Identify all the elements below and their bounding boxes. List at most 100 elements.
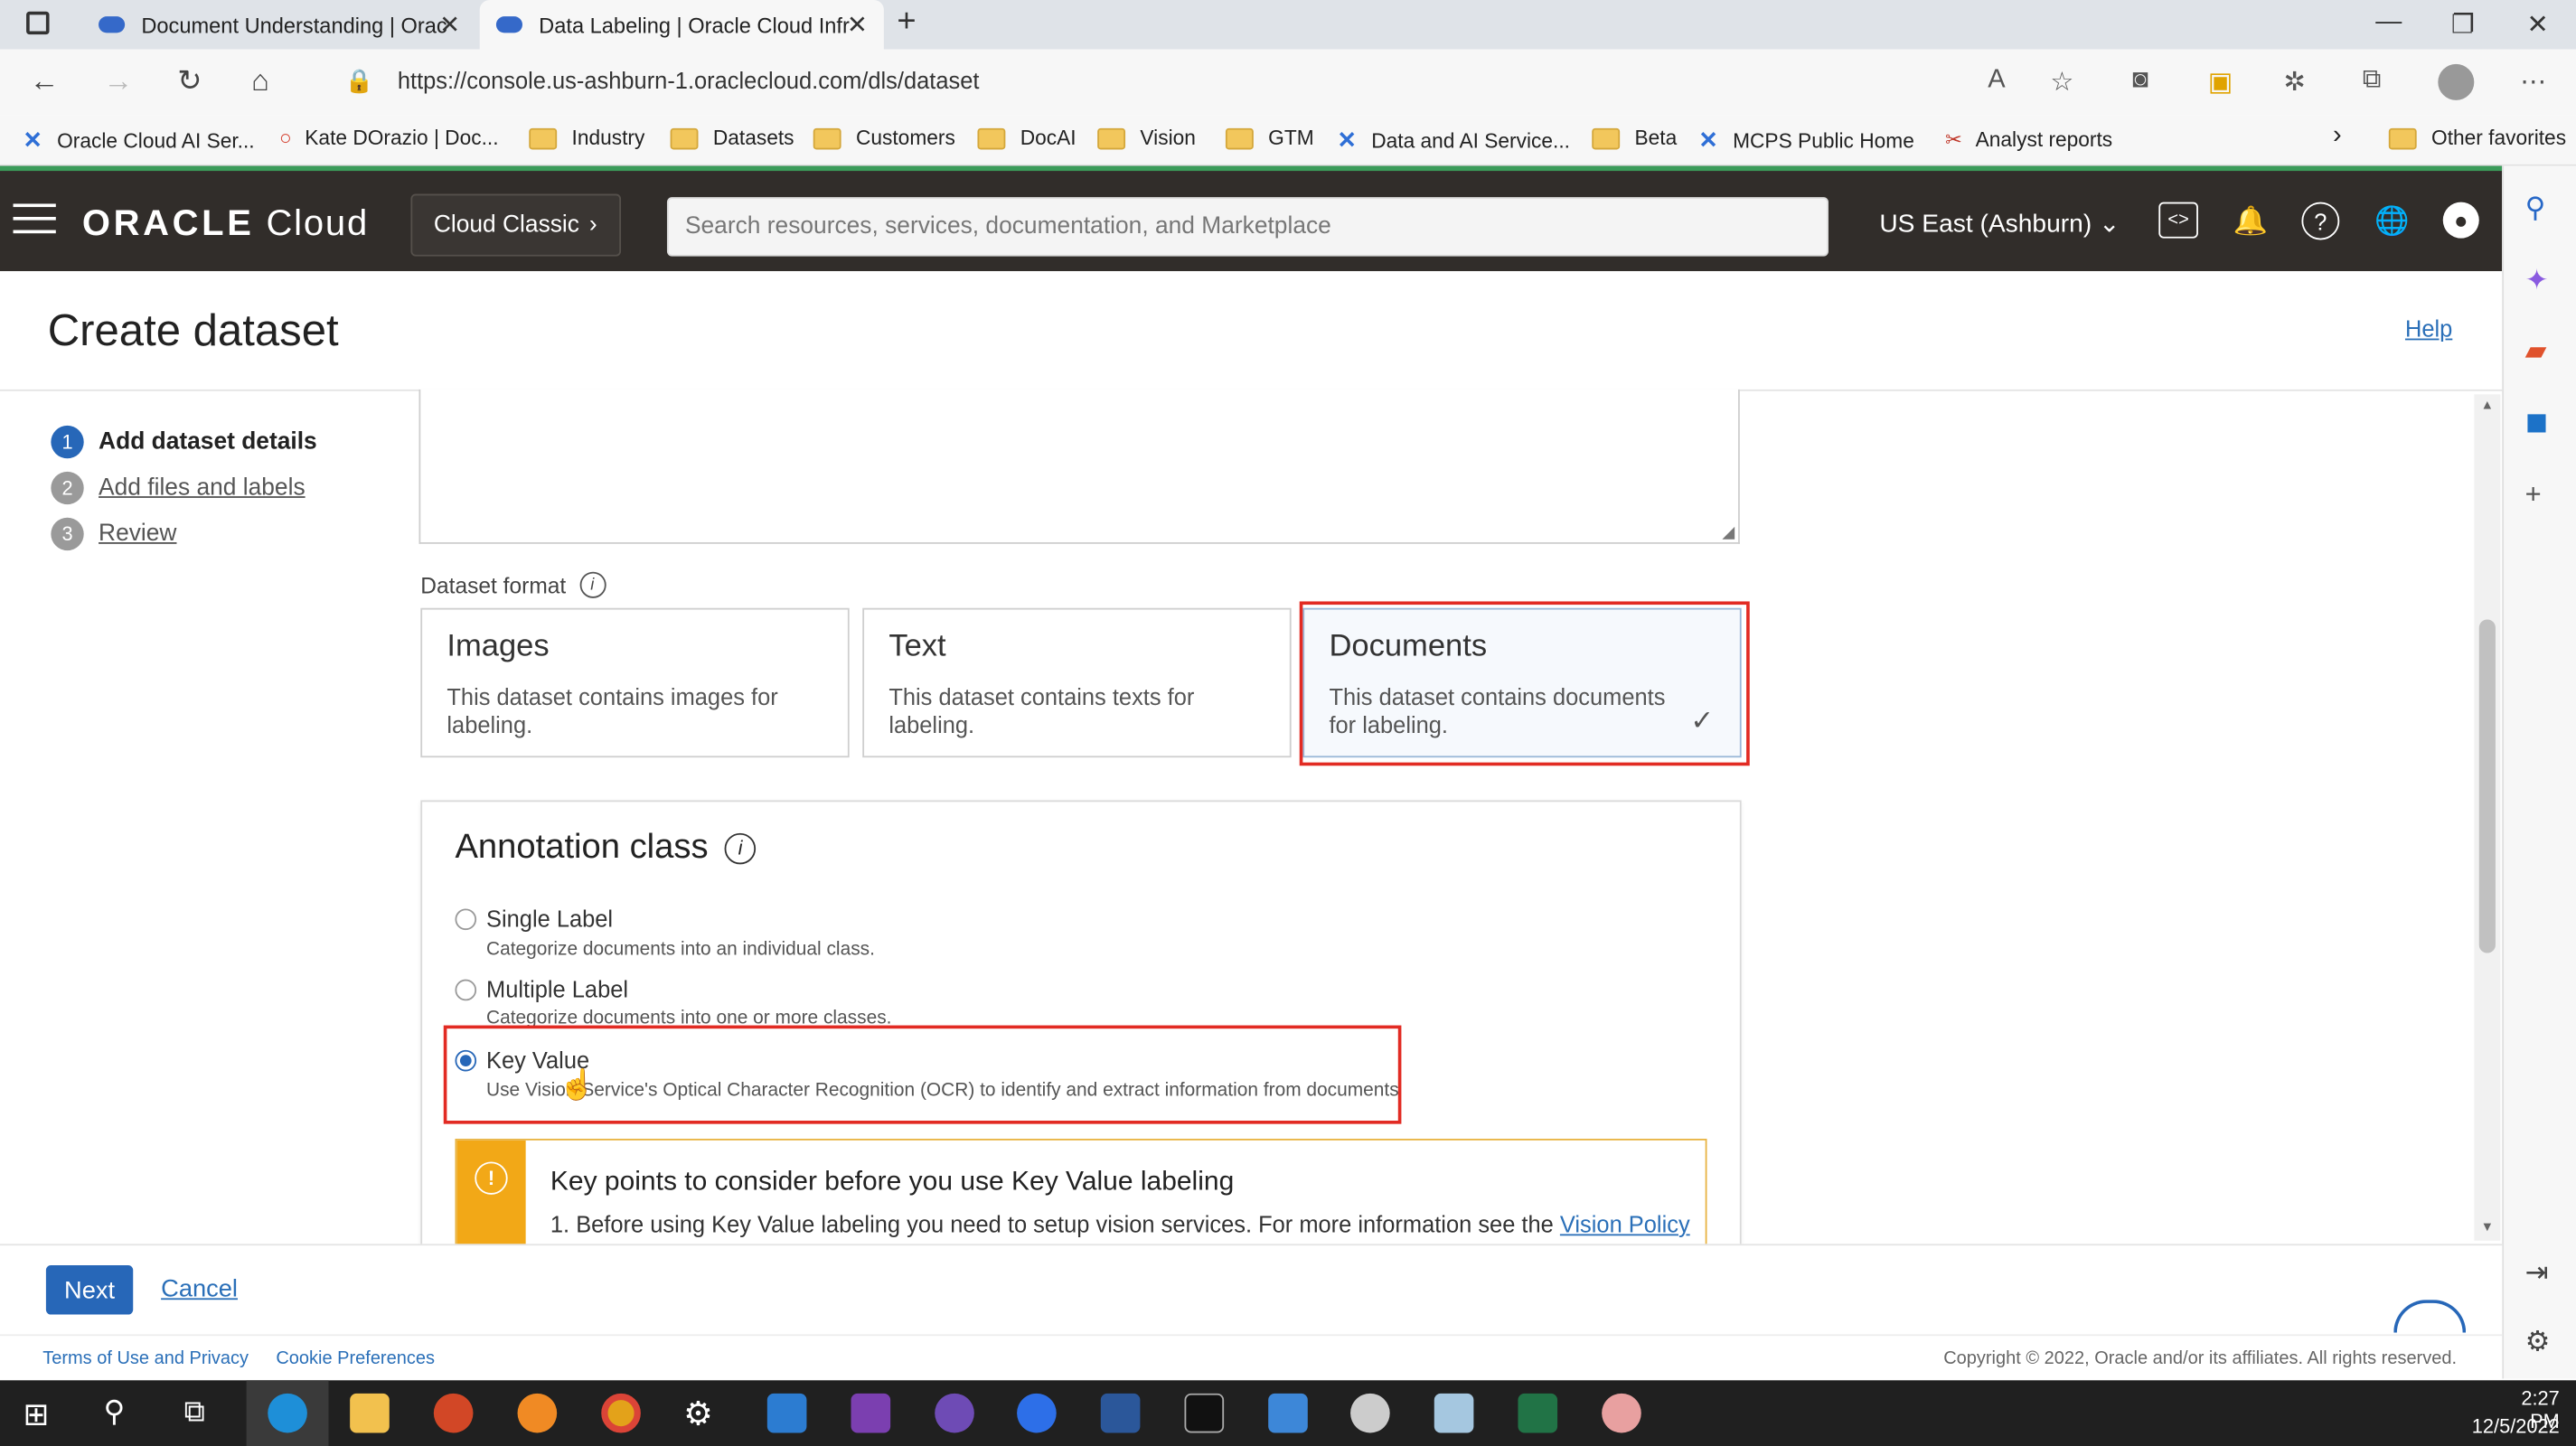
- notepad-icon[interactable]: [1434, 1393, 1474, 1433]
- browser-tab-data-labeling[interactable]: Data Labeling | Oracle Cloud Infr ✕: [479, 0, 884, 50]
- browser-tab-document-understanding[interactable]: Document Understanding | Orac ✕: [86, 0, 477, 50]
- format-card-images[interactable]: Images This dataset contains images for …: [420, 607, 850, 758]
- powerpoint-icon[interactable]: [433, 1393, 474, 1433]
- description-textarea[interactable]: ◢: [418, 389, 1740, 544]
- more-icon[interactable]: ⋯: [2520, 66, 2546, 99]
- extension-icon[interactable]: ▣: [2208, 66, 2233, 99]
- outlook-icon[interactable]: ◼: [2525, 406, 2549, 438]
- bookmark-item[interactable]: Industry: [529, 127, 644, 149]
- forward-icon[interactable]: →: [104, 64, 134, 99]
- back-icon[interactable]: ←: [30, 64, 60, 99]
- navigation-menu-icon[interactable]: [13, 203, 56, 243]
- settings-gear-icon[interactable]: ⚙: [2525, 1326, 2551, 1358]
- bookmark-item[interactable]: ✂ Analyst reports: [1945, 127, 2112, 151]
- vscode-icon[interactable]: [766, 1393, 807, 1433]
- info-icon[interactable]: i: [578, 571, 606, 598]
- discover-sparkle-icon[interactable]: ✦: [2525, 265, 2549, 297]
- bookmark-item[interactable]: ○ Kate DOrazio | Doc...: [279, 127, 499, 149]
- task-view-icon[interactable]: ⧉: [184, 1395, 205, 1430]
- other-favorites[interactable]: Other favorites: [2388, 127, 2566, 149]
- cancel-link[interactable]: Cancel: [161, 1275, 238, 1303]
- bookmark-item[interactable]: ✕ Data and AI Service...: [1338, 127, 1570, 155]
- sidebar-collapse-icon[interactable]: ⇥: [2525, 1257, 2549, 1290]
- oracle-o-icon: ○: [278, 127, 292, 150]
- photos-icon[interactable]: [1268, 1393, 1308, 1433]
- language-globe-icon[interactable]: 🌐: [2373, 202, 2412, 242]
- word-icon[interactable]: [1100, 1393, 1141, 1433]
- bookmark-item[interactable]: GTM: [1225, 127, 1314, 149]
- clock-date[interactable]: 12/5/2022: [2464, 1414, 2560, 1437]
- bookmark-item[interactable]: Customers: [813, 127, 955, 149]
- scroll-up-icon[interactable]: ▲: [2481, 398, 2494, 412]
- search-input[interactable]: Search resources, services, documentatio…: [666, 197, 1829, 257]
- cookie-preferences-link[interactable]: Cookie Preferences: [276, 1349, 435, 1369]
- windows-start-icon[interactable]: ⊞: [23, 1396, 49, 1434]
- slack-icon[interactable]: [1350, 1393, 1390, 1433]
- next-button[interactable]: Next: [45, 1265, 134, 1315]
- notifications-bell-icon[interactable]: 🔔: [2231, 202, 2270, 242]
- new-tab-icon[interactable]: +: [897, 4, 916, 42]
- file-explorer-icon[interactable]: [350, 1393, 390, 1433]
- favorite-icon[interactable]: ☆: [2050, 66, 2073, 99]
- format-card-text[interactable]: Text This dataset contains texts for lab…: [862, 607, 1292, 758]
- dataset-format-text: Dataset format: [420, 572, 567, 597]
- bookmark-item[interactable]: ✕ MCPS Public Home: [1698, 127, 1913, 155]
- edge-browser-icon[interactable]: [268, 1393, 307, 1433]
- extensions-puzzle-icon[interactable]: ✲: [2283, 66, 2305, 99]
- bookmarks-overflow-chevron-icon[interactable]: ›: [2333, 122, 2342, 152]
- read-aloud-icon[interactable]: A: [1988, 66, 2005, 96]
- terminal-icon[interactable]: [1184, 1393, 1225, 1433]
- step-add-files-and-labels[interactable]: 2 Add files and labels: [51, 471, 306, 505]
- bookmark-item[interactable]: Datasets: [670, 127, 794, 149]
- step-add-dataset-details[interactable]: 1 Add dataset details: [51, 425, 317, 459]
- search-icon[interactable]: ⚲: [2525, 192, 2546, 225]
- snipping-tool-icon[interactable]: [1602, 1393, 1641, 1433]
- user-profile-icon[interactable]: ●: [2442, 202, 2479, 239]
- restore-icon[interactable]: ❐: [2451, 8, 2475, 41]
- step-review[interactable]: 3 Review: [51, 517, 176, 551]
- refresh-icon[interactable]: ↻: [177, 64, 202, 99]
- zoom-icon[interactable]: [1017, 1393, 1057, 1433]
- excel-icon[interactable]: [1518, 1393, 1558, 1433]
- bookmark-item[interactable]: Beta: [1592, 127, 1677, 149]
- chrome-icon[interactable]: [601, 1393, 641, 1433]
- radio-multiple-label[interactable]: [455, 979, 477, 1001]
- close-tab-icon[interactable]: ✕: [847, 10, 868, 40]
- info-icon[interactable]: i: [724, 831, 757, 864]
- tab-actions-icon[interactable]: [26, 11, 50, 35]
- github-desktop-icon[interactable]: [935, 1393, 974, 1433]
- profile-avatar-icon[interactable]: [2438, 63, 2475, 100]
- option-label[interactable]: Multiple Label: [486, 976, 628, 1002]
- scroll-down-icon[interactable]: ▼: [2481, 1219, 2494, 1234]
- settings-gear-icon[interactable]: ⚙: [683, 1394, 713, 1434]
- help-link[interactable]: Help: [2405, 315, 2452, 342]
- oracle-cloud-logo[interactable]: ORACLE Cloud: [82, 202, 369, 245]
- office-icon[interactable]: ▰: [2525, 335, 2547, 368]
- bookmark-item[interactable]: ✕ Oracle Cloud AI Ser...: [23, 127, 254, 155]
- pen-app-icon[interactable]: [517, 1393, 558, 1433]
- home-icon[interactable]: ⌂: [251, 64, 269, 99]
- bookmark-item[interactable]: DocAI: [977, 127, 1076, 149]
- option-label[interactable]: Single Label: [486, 906, 613, 932]
- url-field[interactable]: https://console.us-ashburn-1.oraclecloud…: [398, 68, 980, 94]
- scrollbar-thumb[interactable]: [2478, 619, 2496, 953]
- cloud-classic-button[interactable]: Cloud Classic ›: [410, 193, 621, 257]
- close-window-icon[interactable]: ✕: [2526, 8, 2548, 41]
- region-selector[interactable]: US East (Ashburn) ⌄: [1879, 209, 2120, 240]
- minimize-icon[interactable]: —: [2375, 8, 2402, 38]
- key-value-warning: ! Key points to consider before you use …: [455, 1139, 1707, 1254]
- help-icon[interactable]: ?: [2301, 202, 2340, 240]
- page-scrollbar[interactable]: ▲ ▼: [2474, 394, 2501, 1241]
- developer-tools-icon[interactable]: <>: [2158, 202, 2198, 239]
- collections-icon[interactable]: ⧉: [2363, 66, 2382, 96]
- bookmark-item[interactable]: Vision: [1097, 127, 1196, 149]
- add-icon[interactable]: +: [2525, 478, 2542, 511]
- lock-icon[interactable]: 🔒: [345, 68, 374, 96]
- terms-link[interactable]: Terms of Use and Privacy: [42, 1349, 249, 1369]
- radio-single-label[interactable]: [455, 908, 477, 931]
- resize-handle-icon[interactable]: ◢: [1722, 524, 1735, 542]
- pocket-icon[interactable]: ◙: [2132, 66, 2148, 96]
- close-tab-icon[interactable]: ✕: [439, 10, 460, 40]
- search-icon[interactable]: ⚲: [104, 1395, 126, 1430]
- onenote-icon[interactable]: [851, 1393, 891, 1433]
